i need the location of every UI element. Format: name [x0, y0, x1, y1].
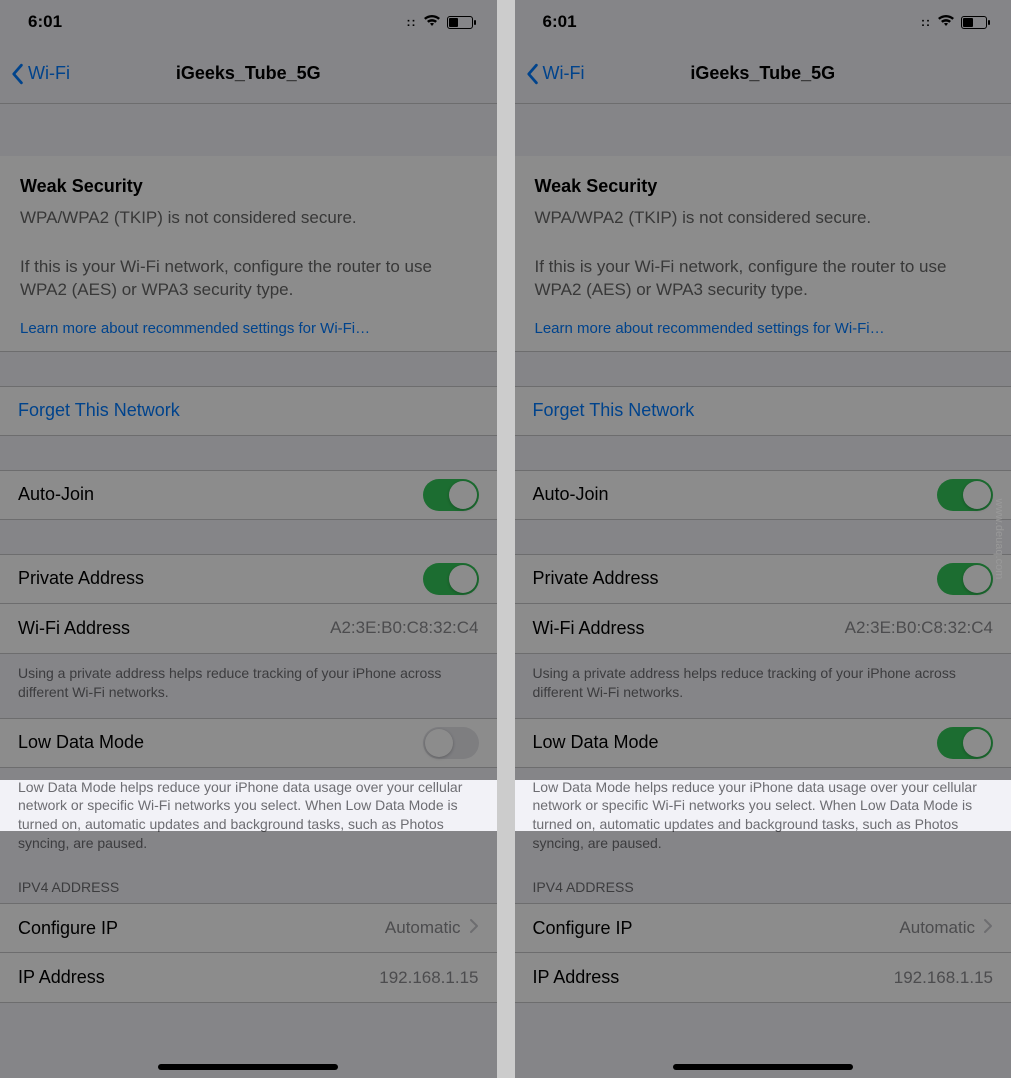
ipv4-section-label: IPV4 ADDRESS	[515, 859, 1011, 903]
private-address-label: Private Address	[533, 568, 659, 589]
private-address-footer: Using a private address helps reduce tra…	[0, 654, 497, 708]
ip-address-label: IP Address	[18, 967, 105, 988]
ip-address-label: IP Address	[533, 967, 620, 988]
battery-icon	[961, 16, 987, 29]
nav-bar: Wi-Fi iGeeks_Tube_5G	[0, 44, 497, 104]
low-data-mode-row: Low Data Mode	[0, 718, 497, 768]
auto-join-row: Auto-Join	[0, 470, 497, 520]
private-address-toggle[interactable]	[937, 563, 993, 595]
wifi-address-label: Wi-Fi Address	[18, 618, 130, 639]
wifi-icon	[937, 13, 955, 32]
screenshot-right: 6:01 :: Wi-Fi iGeeks_Tube_5G Weak Securi…	[515, 0, 1011, 1078]
status-bar: 6:01 ::	[515, 0, 1011, 44]
private-address-toggle[interactable]	[423, 563, 479, 595]
security-heading: Weak Security	[535, 176, 992, 197]
back-label: Wi-Fi	[543, 63, 585, 84]
status-bar: 6:01 ::	[0, 0, 497, 44]
private-address-row: Private Address	[515, 554, 1011, 604]
configure-ip-label: Configure IP	[18, 918, 118, 939]
auto-join-row: Auto-Join	[515, 470, 1011, 520]
wifi-address-row: Wi-Fi Address A2:3E:B0:C8:32:C4	[515, 604, 1011, 654]
page-title: iGeeks_Tube_5G	[176, 63, 321, 84]
security-msg1: WPA/WPA2 (TKIP) is not considered secure…	[535, 207, 992, 230]
configure-ip-value: Automatic	[899, 918, 975, 938]
chevron-left-icon	[10, 63, 24, 85]
wifi-icon	[423, 13, 441, 32]
learn-more-link[interactable]: Learn more about recommended settings fo…	[20, 320, 477, 337]
learn-more-link[interactable]: Learn more about recommended settings fo…	[535, 320, 992, 337]
security-msg2: If this is your Wi-Fi network, configure…	[535, 256, 992, 302]
security-heading: Weak Security	[20, 176, 477, 197]
chevron-left-icon	[525, 63, 539, 85]
forget-network-button[interactable]: Forget This Network	[515, 386, 1011, 436]
back-label: Wi-Fi	[28, 63, 70, 84]
home-indicator[interactable]	[158, 1064, 338, 1070]
back-button[interactable]: Wi-Fi	[10, 63, 70, 85]
back-button[interactable]: Wi-Fi	[525, 63, 585, 85]
private-address-row: Private Address	[0, 554, 497, 604]
low-data-mode-label: Low Data Mode	[533, 732, 659, 753]
configure-ip-label: Configure IP	[533, 918, 633, 939]
status-icons: ::	[921, 13, 987, 32]
battery-icon	[447, 16, 473, 29]
low-data-mode-toggle[interactable]	[937, 727, 993, 759]
dual-sim-icon: ::	[407, 16, 417, 28]
configure-ip-row[interactable]: Configure IP Automatic	[0, 903, 497, 953]
status-icons: ::	[407, 13, 473, 32]
wifi-address-value: A2:3E:B0:C8:32:C4	[845, 618, 993, 638]
page-title: iGeeks_Tube_5G	[690, 63, 835, 84]
ip-address-value: 192.168.1.15	[894, 968, 993, 988]
auto-join-label: Auto-Join	[533, 484, 609, 505]
low-data-mode-toggle[interactable]	[423, 727, 479, 759]
security-warning: Weak Security WPA/WPA2 (TKIP) is not con…	[0, 156, 497, 352]
screenshot-left: 6:01 :: Wi-Fi iGeeks_Tube_5G Weak Securi…	[0, 0, 497, 1078]
ip-address-row: IP Address 192.168.1.15	[0, 953, 497, 1003]
wifi-address-row: Wi-Fi Address A2:3E:B0:C8:32:C4	[0, 604, 497, 654]
configure-ip-value: Automatic	[385, 918, 461, 938]
auto-join-toggle[interactable]	[423, 479, 479, 511]
wifi-address-value: A2:3E:B0:C8:32:C4	[330, 618, 478, 638]
low-data-mode-label: Low Data Mode	[18, 732, 144, 753]
auto-join-label: Auto-Join	[18, 484, 94, 505]
private-address-label: Private Address	[18, 568, 144, 589]
low-data-mode-footer: Low Data Mode helps reduce your iPhone d…	[515, 768, 1011, 860]
home-indicator[interactable]	[673, 1064, 853, 1070]
ip-address-row: IP Address 192.168.1.15	[515, 953, 1011, 1003]
watermark: www.deuaq.com	[993, 499, 1005, 580]
low-data-mode-footer: Low Data Mode helps reduce your iPhone d…	[0, 768, 497, 860]
low-data-mode-row: Low Data Mode	[515, 718, 1011, 768]
status-time: 6:01	[28, 12, 62, 32]
private-address-footer: Using a private address helps reduce tra…	[515, 654, 1011, 708]
chevron-right-icon	[983, 918, 993, 939]
wifi-address-label: Wi-Fi Address	[533, 618, 645, 639]
nav-bar: Wi-Fi iGeeks_Tube_5G	[515, 44, 1011, 104]
dual-sim-icon: ::	[921, 16, 931, 28]
configure-ip-row[interactable]: Configure IP Automatic	[515, 903, 1011, 953]
security-msg1: WPA/WPA2 (TKIP) is not considered secure…	[20, 207, 477, 230]
status-time: 6:01	[543, 12, 577, 32]
forget-network-button[interactable]: Forget This Network	[0, 386, 497, 436]
ip-address-value: 192.168.1.15	[379, 968, 478, 988]
chevron-right-icon	[469, 918, 479, 939]
security-warning: Weak Security WPA/WPA2 (TKIP) is not con…	[515, 156, 1011, 352]
ipv4-section-label: IPV4 ADDRESS	[0, 859, 497, 903]
security-msg2: If this is your Wi-Fi network, configure…	[20, 256, 477, 302]
auto-join-toggle[interactable]	[937, 479, 993, 511]
